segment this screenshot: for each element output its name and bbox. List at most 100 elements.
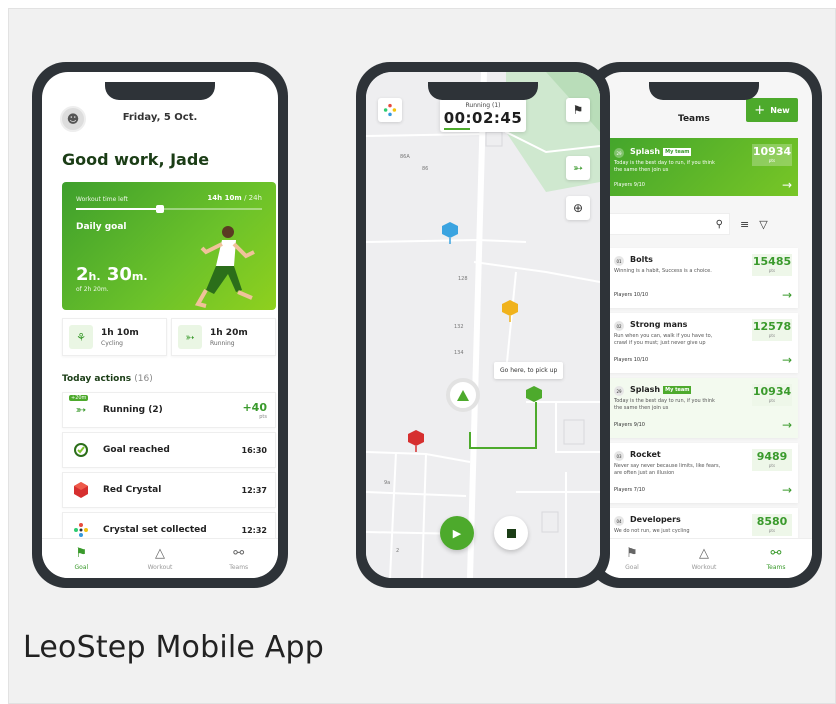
sort-icon[interactable]: ≡ — [740, 218, 749, 231]
team-name: Splash My team — [630, 385, 692, 394]
time-badge: +20m — [69, 395, 89, 401]
time-left-label: Workout time left — [76, 196, 128, 203]
tab-goal[interactable]: ⚑ Goal — [42, 539, 121, 578]
action-name: Running (2) — [103, 405, 163, 415]
phone-notch — [649, 82, 759, 100]
team-name: Developers — [630, 515, 681, 524]
action-points: +40 pts — [242, 400, 267, 420]
stat-label: Cycling — [101, 339, 123, 347]
team-description: Today is the best day to run, if you thi… — [614, 160, 715, 173]
sneaker-icon: △ — [155, 546, 165, 561]
team-rank: 29 — [614, 148, 624, 158]
team-players: Players 7/10 — [614, 487, 645, 493]
stat-running[interactable]: ➳ 1h 20m Running — [171, 318, 276, 356]
road-label: 86 — [422, 166, 428, 172]
team-name: Bolts — [630, 255, 653, 264]
search-input[interactable]: ⚲ — [606, 213, 730, 235]
goal-flag-icon[interactable]: ⚑ — [566, 98, 590, 122]
arrow-right-icon[interactable]: → — [782, 353, 792, 367]
goal-screen: ☻ Friday, 5 Oct. Good work, Jade Workout… — [42, 72, 278, 578]
arrow-right-icon[interactable]: → — [782, 483, 792, 497]
table-row[interactable]: 01 Bolts Winning is a habit, Success is … — [598, 248, 798, 308]
table-row[interactable]: 29 Splash My team Today is the best day t… — [598, 378, 798, 438]
stat-cycling[interactable]: ⚘ 1h 10m Cycling — [62, 318, 167, 356]
goal-flag-icon: ⚑ — [626, 546, 638, 561]
greeting-title: Good work, Jade — [62, 150, 210, 169]
stat-value: 1h 20m — [210, 327, 248, 338]
team-score: 12578 pts — [752, 319, 792, 341]
locate-icon[interactable]: ⊕ — [566, 196, 590, 220]
today-actions-list: +20m ➳ Running (2) +40 pts Goal reached 1… — [62, 392, 276, 552]
runner-icon: ➳ — [178, 325, 202, 349]
progress-fill — [76, 208, 160, 210]
red-crystal-icon — [71, 480, 91, 500]
map-view[interactable]: 86A 86 128 132 134 9a 2 — [366, 72, 600, 578]
current-date: Friday, 5 Oct. — [122, 112, 198, 123]
phone-notch — [105, 82, 215, 100]
new-team-button[interactable]: + New — [746, 98, 798, 122]
timer-progress — [444, 128, 470, 130]
arrow-right-icon[interactable]: → — [782, 418, 792, 432]
goal-flag-icon: ⚑ — [75, 546, 88, 561]
tab-workout[interactable]: △ Workout — [121, 539, 200, 578]
page-title: Teams — [678, 114, 710, 124]
arrow-right-icon[interactable]: → — [782, 288, 792, 302]
team-description: We do not run, we just cycling — [614, 528, 690, 534]
my-team-badge: My team — [663, 386, 692, 394]
pickup-tooltip: Go here, to pick up — [494, 362, 564, 379]
play-button[interactable]: ▶ — [440, 516, 474, 550]
tab-workout[interactable]: △ Workout — [668, 539, 740, 578]
progress-knob — [155, 205, 164, 213]
team-rank: 02 — [614, 321, 624, 331]
run-timer: Running (1) 00:02:45 — [440, 98, 526, 132]
page-title: LeoStep Mobile App — [23, 630, 324, 665]
action-time: 12:37 — [241, 485, 267, 495]
search-row: ⚲ ≡ ▽ — [606, 212, 798, 236]
my-team-card[interactable]: 29 Splash My team Today is the best day t… — [606, 138, 798, 196]
road-label: 132 — [454, 324, 464, 330]
phone-notch — [428, 82, 538, 100]
daily-goal-card[interactable]: Workout time left 14h 10m / 24h Daily go… — [62, 182, 276, 310]
goal-total: of 2h 20m. — [76, 286, 109, 293]
action-time: 16:30 — [241, 445, 267, 455]
tab-teams[interactable]: ⚯ Teams — [199, 539, 278, 578]
timer-label: Running (1) — [465, 102, 501, 109]
goal-header: ☻ Friday, 5 Oct. — [56, 106, 264, 134]
crystal-set-icon — [71, 520, 91, 540]
team-description: Winning is a habit, Success is a choice. — [614, 268, 712, 274]
action-name: Goal reached — [103, 445, 170, 455]
list-item[interactable]: Goal reached 16:30 — [62, 432, 276, 468]
goal-target-icon — [71, 440, 91, 460]
daily-goal-title: Daily goal — [76, 222, 127, 232]
arrow-right-icon[interactable]: → — [782, 178, 792, 192]
action-name: Crystal set collected — [103, 525, 207, 535]
stop-button[interactable] — [494, 516, 528, 550]
teams-list: 01 Bolts Winning is a habit, Success is … — [598, 248, 798, 573]
runner-illustration — [194, 226, 255, 308]
table-row[interactable]: 03 Rocket Never say never because limits… — [598, 443, 798, 503]
search-icon: ⚲ — [715, 218, 723, 230]
list-item[interactable]: Red Crystal 12:37 — [62, 472, 276, 508]
filter-icon[interactable]: ▽ — [759, 218, 767, 231]
plus-icon: + — [754, 102, 766, 118]
team-description: Today is the best day to run, if you thi… — [614, 398, 715, 411]
tab-teams[interactable]: ⚯ Teams — [740, 539, 812, 578]
my-team-badge: My team — [663, 148, 692, 156]
today-actions-heading: Today actions (16) — [62, 374, 153, 384]
team-score: 15485 pts — [752, 254, 792, 276]
phone-map-screen: 86A 86 128 132 134 9a 2 Running (1) 00:0… — [356, 62, 610, 588]
team-rank: 04 — [614, 516, 624, 526]
crystal-set-icon[interactable] — [378, 98, 402, 122]
phone-teams-screen: Teams + New 29 Splash My team Today is the… — [586, 62, 822, 588]
time-left-value: 14h 10m / 24h — [207, 194, 262, 202]
team-description: Run when you can, walk if you have to, c… — [614, 333, 713, 346]
team-rank: 01 — [614, 256, 624, 266]
bottom-tab-bar: ⚑ Goal △ Workout ⚯ Teams — [42, 538, 278, 578]
stat-label: Running — [210, 339, 235, 347]
team-players: Players 10/10 — [614, 292, 649, 298]
runner-icon[interactable]: ➳ — [566, 156, 590, 180]
list-item[interactable]: +20m ➳ Running (2) +40 pts — [62, 392, 276, 428]
team-score: 8580 pts — [752, 514, 792, 536]
table-row[interactable]: 02 Strong mans Run when you can, walk if… — [598, 313, 798, 373]
timer-value: 00:02:45 — [443, 109, 523, 127]
